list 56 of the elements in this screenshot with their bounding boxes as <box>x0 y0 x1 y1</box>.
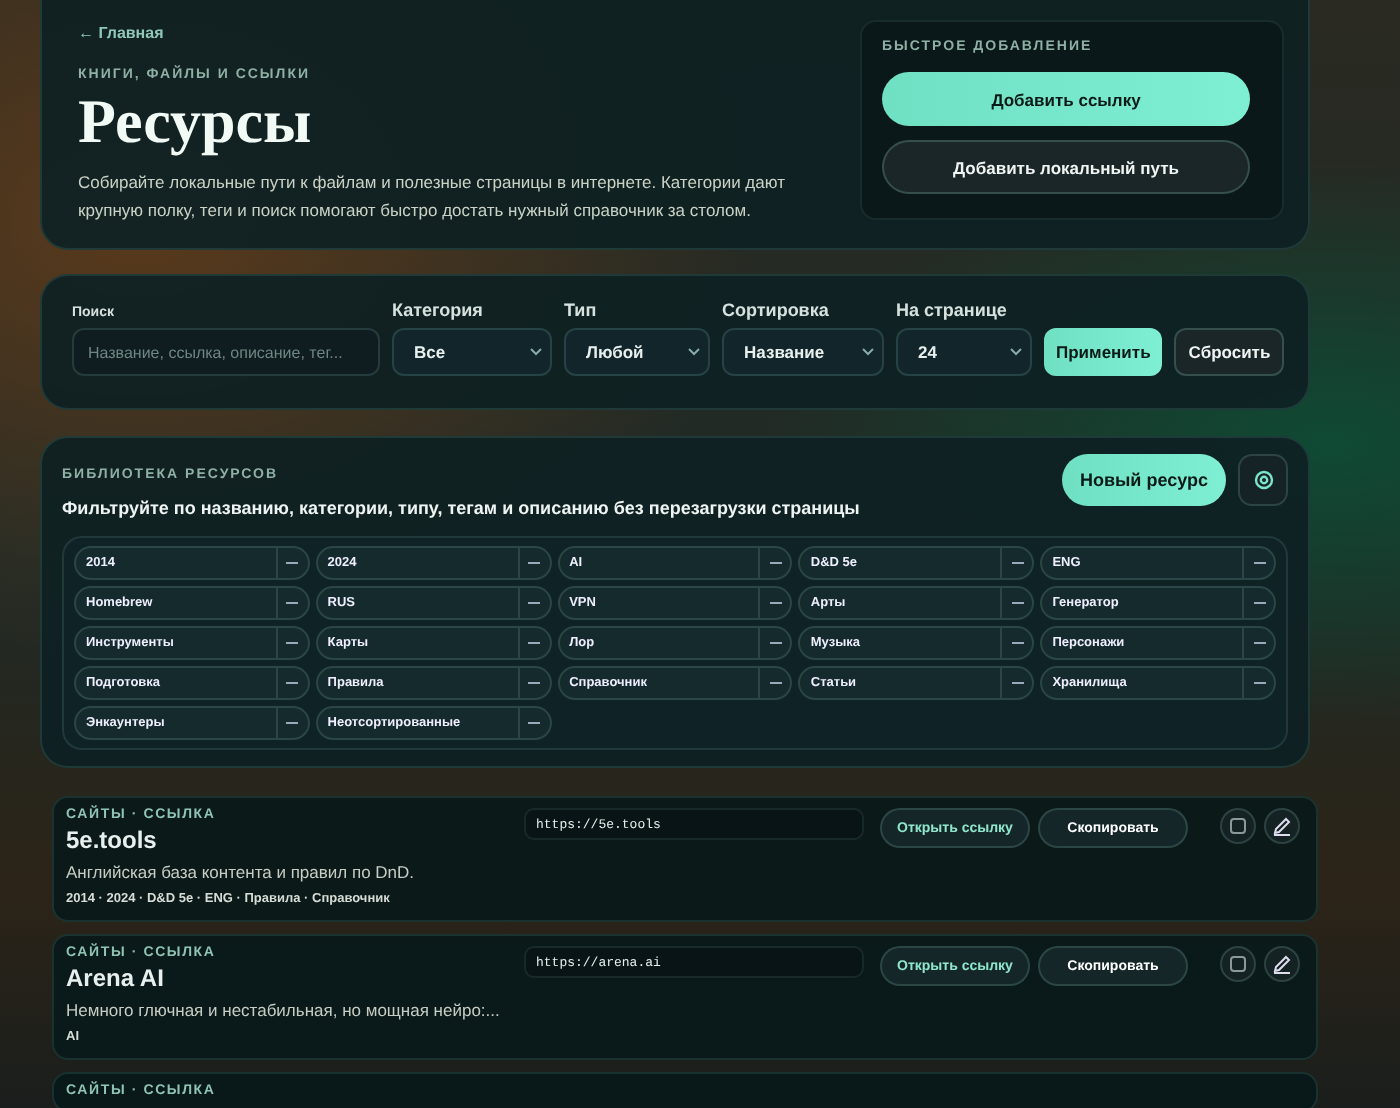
minus-icon <box>528 642 541 644</box>
minus-icon <box>769 642 782 644</box>
field-label: Сортировка <box>722 300 831 320</box>
search-field[interactable]: Название, ссылка, описание, тег... <box>72 328 380 376</box>
back-link[interactable]: ← Главная <box>78 24 164 42</box>
minus-icon <box>1011 562 1024 564</box>
minus-icon <box>286 722 299 724</box>
edit-button[interactable] <box>1264 808 1300 844</box>
minus-icon <box>1253 682 1265 684</box>
chevron-icon <box>688 348 700 356</box>
resource-title: Arena AI <box>66 964 166 992</box>
minus-icon <box>286 562 299 564</box>
field-label: Тип <box>564 300 599 320</box>
minus-icon <box>1253 562 1265 564</box>
minus-icon <box>528 722 541 724</box>
chevron-icon <box>862 348 874 356</box>
library-subtitle: Фильтруйте по названию, категории, типу, тегам и описанию без перезагрузки страницы <box>62 498 862 518</box>
chevron-icon <box>530 348 542 356</box>
page-title: Ресурсы <box>78 86 314 158</box>
minus-icon <box>528 562 541 564</box>
field-label: Категория <box>392 300 485 320</box>
minus-icon <box>286 642 299 644</box>
minus-icon <box>1011 602 1024 604</box>
settings-button[interactable] <box>1238 454 1288 506</box>
minus-icon <box>769 602 782 604</box>
resource-title: 5e.tools <box>66 826 159 854</box>
select-dropdown[interactable]: 24 <box>896 328 1032 376</box>
edit-button[interactable] <box>1264 946 1300 982</box>
minus-icon <box>769 682 782 684</box>
apply-button[interactable]: Применить <box>1044 328 1163 376</box>
page-description: Собирайте локальные пути к файлам и полезные страницы в интернете. Категории дают крупную полку, теги и поиск помогают быстро достать нужный справочник за столом. <box>78 170 787 224</box>
minus-icon <box>528 602 541 604</box>
resource-description: Английская база контента и правил по DnD. <box>66 862 417 882</box>
select-dropdown[interactable]: Любой <box>564 328 710 376</box>
minus-icon <box>528 682 541 684</box>
new-resource-button[interactable]: Новый ресурс <box>1061 454 1226 506</box>
field-label: На странице <box>896 300 1009 320</box>
reset-button[interactable]: Сбросить <box>1174 328 1285 376</box>
pencil-icon <box>1272 954 1292 974</box>
select-dropdown[interactable]: Все <box>392 328 552 376</box>
minus-icon <box>1253 602 1265 604</box>
minus-icon <box>286 682 299 684</box>
select-checkbox[interactable] <box>1230 818 1246 834</box>
add-path-button[interactable]: Добавить локальный путь <box>882 140 1250 194</box>
select-checkbox[interactable] <box>1230 956 1246 972</box>
target-icon <box>1253 470 1273 490</box>
minus-icon <box>769 562 782 564</box>
add-link-button[interactable]: Добавить ссылку <box>882 72 1250 126</box>
resource-description: Немного глючная и нестабильная, но мощная нейро:... <box>66 1000 502 1020</box>
minus-icon <box>1011 642 1024 644</box>
select-dropdown[interactable]: Название <box>722 328 884 376</box>
pencil-icon <box>1272 816 1292 836</box>
minus-icon <box>1253 642 1265 644</box>
minus-icon <box>1011 682 1024 684</box>
chevron-icon <box>1010 348 1022 356</box>
minus-icon <box>286 602 299 604</box>
